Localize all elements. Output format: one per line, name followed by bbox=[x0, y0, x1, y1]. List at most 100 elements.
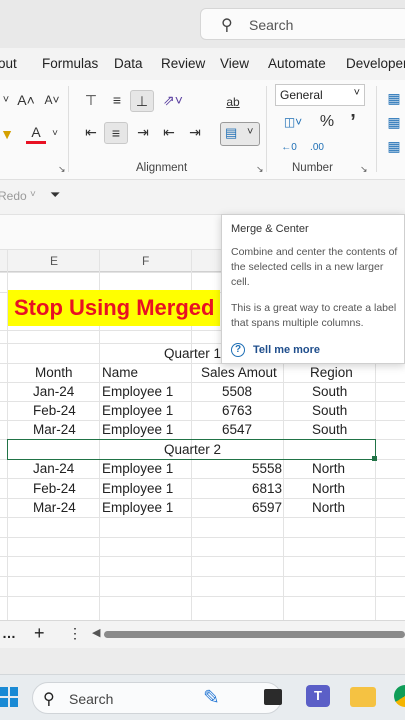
fill-color-icon[interactable]: ▼ bbox=[0, 124, 14, 146]
increase-indent-icon[interactable]: ⇥ bbox=[184, 122, 206, 144]
align-center-icon[interactable]: ≡ bbox=[104, 122, 128, 144]
number-group-label: Number bbox=[292, 162, 333, 174]
merge-dropdown-icon[interactable]: ˅ bbox=[247, 126, 253, 138]
task-view-icon[interactable] bbox=[264, 689, 282, 705]
title-bar: ⚲ Search bbox=[0, 0, 405, 48]
cell-region[interactable]: North bbox=[312, 461, 345, 476]
accounting-format-icon[interactable]: ◫˅ bbox=[278, 112, 308, 134]
tab-data[interactable]: Data bbox=[114, 56, 143, 71]
number-format-select[interactable]: General ˅ bbox=[275, 84, 365, 106]
header-region[interactable]: Region bbox=[310, 365, 353, 380]
decrease-font-size-button[interactable]: A˅ bbox=[42, 90, 62, 112]
increase-decimal-icon[interactable]: ←0 bbox=[278, 138, 300, 160]
align-bottom-icon[interactable]: ⊥ bbox=[130, 90, 154, 112]
status-bar bbox=[0, 648, 405, 674]
cell-region[interactable]: North bbox=[312, 500, 345, 515]
cell-sales[interactable]: 5508 bbox=[222, 384, 252, 399]
sheet-options-button[interactable]: ⋮ bbox=[68, 625, 82, 642]
tab-review[interactable]: Review bbox=[161, 56, 205, 71]
chrome-icon[interactable] bbox=[394, 685, 405, 707]
sheet-tab-bar: … + ⋮ ◀ bbox=[0, 620, 405, 648]
customize-toolbar-icon[interactable]: ⏷ bbox=[50, 187, 60, 203]
cell-month[interactable]: Jan-24 bbox=[33, 461, 74, 476]
ribbon: ˅ A˄ A˅ ▼ A ˅ ↘ ⊤ ≡ ⊥ ⇗˅ ⇤ ≡ ⇥ ⇤ ⇥ ab ▤ … bbox=[0, 80, 405, 180]
font-size-dropdown[interactable]: ˅ bbox=[0, 90, 12, 112]
cell-styles-icon[interactable]: ▦ bbox=[384, 136, 404, 158]
cell-month[interactable]: Jan-24 bbox=[33, 384, 74, 399]
redo-button[interactable]: Redo bbox=[0, 189, 27, 203]
teams-icon[interactable]: T bbox=[306, 685, 330, 707]
tooltip-title: Merge & Center bbox=[231, 223, 309, 235]
cell-month[interactable]: Feb-24 bbox=[33, 403, 76, 418]
tell-me-more-link[interactable]: ? Tell me more bbox=[231, 343, 320, 357]
percent-style-button[interactable]: % bbox=[316, 112, 338, 134]
cell-month[interactable]: Mar-24 bbox=[33, 500, 76, 515]
decrease-indent-icon[interactable]: ⇤ bbox=[158, 122, 180, 144]
cell-sales[interactable]: 6597 bbox=[252, 500, 282, 515]
cell-sales[interactable]: 6813 bbox=[252, 481, 282, 496]
align-left-icon[interactable]: ⇤ bbox=[80, 122, 102, 144]
font-color-dropdown[interactable]: ˅ bbox=[50, 124, 60, 146]
search-icon: ⚲ bbox=[43, 691, 55, 708]
comma-style-button[interactable]: ’ bbox=[344, 112, 362, 134]
font-dialog-launcher-icon[interactable]: ↘ bbox=[58, 164, 66, 175]
cell-region[interactable]: South bbox=[312, 422, 347, 437]
tab-view[interactable]: View bbox=[220, 56, 249, 71]
more-sheets-button[interactable]: … bbox=[2, 625, 16, 641]
orientation-icon[interactable]: ⇗˅ bbox=[160, 90, 186, 112]
cell-region[interactable]: South bbox=[312, 384, 347, 399]
cell-sales[interactable]: 6763 bbox=[222, 403, 252, 418]
font-color-button[interactable]: A bbox=[26, 122, 46, 144]
taskbar: ⚲ Search ✎ T bbox=[0, 674, 405, 720]
header-sales[interactable]: Sales Amout bbox=[201, 365, 277, 380]
cell-sales[interactable]: 5558 bbox=[252, 461, 282, 476]
cell-region[interactable]: South bbox=[312, 403, 347, 418]
quarter2-cell[interactable]: Quarter 2 bbox=[164, 442, 221, 457]
increase-font-size-button[interactable]: A˄ bbox=[16, 90, 36, 112]
header-name[interactable]: Name bbox=[102, 365, 138, 380]
tab-layout[interactable]: out bbox=[0, 56, 17, 71]
windows-start-icon[interactable] bbox=[0, 687, 18, 707]
header-month[interactable]: Month bbox=[35, 365, 73, 380]
align-middle-icon[interactable]: ≡ bbox=[106, 90, 128, 112]
tab-automate[interactable]: Automate bbox=[268, 56, 326, 71]
cell-month[interactable]: Feb-24 bbox=[33, 481, 76, 496]
scroll-left-icon[interactable]: ◀ bbox=[92, 626, 100, 639]
cell-name[interactable]: Employee 1 bbox=[102, 384, 173, 399]
quarter1-merged-cell[interactable]: Quarter 1 bbox=[164, 346, 221, 361]
column-header-e[interactable]: E bbox=[50, 254, 58, 268]
cell-region[interactable]: North bbox=[312, 481, 345, 496]
cell-sales[interactable]: 6547 bbox=[222, 422, 252, 437]
format-as-table-icon[interactable]: ▦ bbox=[384, 112, 404, 134]
alignment-dialog-launcher-icon[interactable]: ↘ bbox=[256, 164, 264, 175]
conditional-formatting-icon[interactable]: ▦ bbox=[384, 88, 404, 110]
alignment-group-label: Alignment bbox=[136, 162, 188, 174]
merge-center-icon: ▤ bbox=[225, 125, 238, 140]
merge-center-button[interactable]: ▤ ˅ bbox=[220, 122, 260, 146]
tab-formulas[interactable]: Formulas bbox=[42, 56, 98, 71]
number-dialog-launcher-icon[interactable]: ↘ bbox=[360, 164, 368, 175]
taskbar-search-placeholder: Search bbox=[69, 691, 114, 707]
cell-name[interactable]: Employee 1 bbox=[102, 500, 173, 515]
tooltip-description: Combine and center the contents of the s… bbox=[231, 246, 398, 288]
add-sheet-button[interactable]: + bbox=[34, 623, 45, 644]
cell-name[interactable]: Employee 1 bbox=[102, 481, 173, 496]
cell-month[interactable]: Mar-24 bbox=[33, 422, 76, 437]
tooltip-tip: This is a great way to create a label th… bbox=[231, 302, 397, 329]
file-explorer-icon[interactable] bbox=[350, 687, 376, 707]
banner-text: Stop Using Merged bbox=[14, 295, 215, 320]
tab-developer[interactable]: Developer bbox=[346, 56, 405, 71]
search-box[interactable]: ⚲ Search bbox=[200, 8, 405, 40]
taskbar-search[interactable]: ⚲ Search ✎ bbox=[32, 682, 282, 714]
cell-name[interactable]: Employee 1 bbox=[102, 461, 173, 476]
fill-handle[interactable] bbox=[372, 456, 377, 461]
wrap-text-button[interactable]: ab bbox=[222, 92, 244, 114]
cell-name[interactable]: Employee 1 bbox=[102, 403, 173, 418]
align-top-icon[interactable]: ⊤ bbox=[80, 90, 102, 112]
column-header-f[interactable]: F bbox=[142, 254, 149, 268]
horizontal-scrollbar[interactable] bbox=[104, 631, 405, 638]
decrease-decimal-icon[interactable]: .00 bbox=[306, 138, 328, 160]
align-right-icon[interactable]: ⇥ bbox=[132, 122, 154, 144]
cell-name[interactable]: Employee 1 bbox=[102, 422, 173, 437]
redo-dropdown-icon[interactable]: ˅ bbox=[30, 189, 36, 200]
